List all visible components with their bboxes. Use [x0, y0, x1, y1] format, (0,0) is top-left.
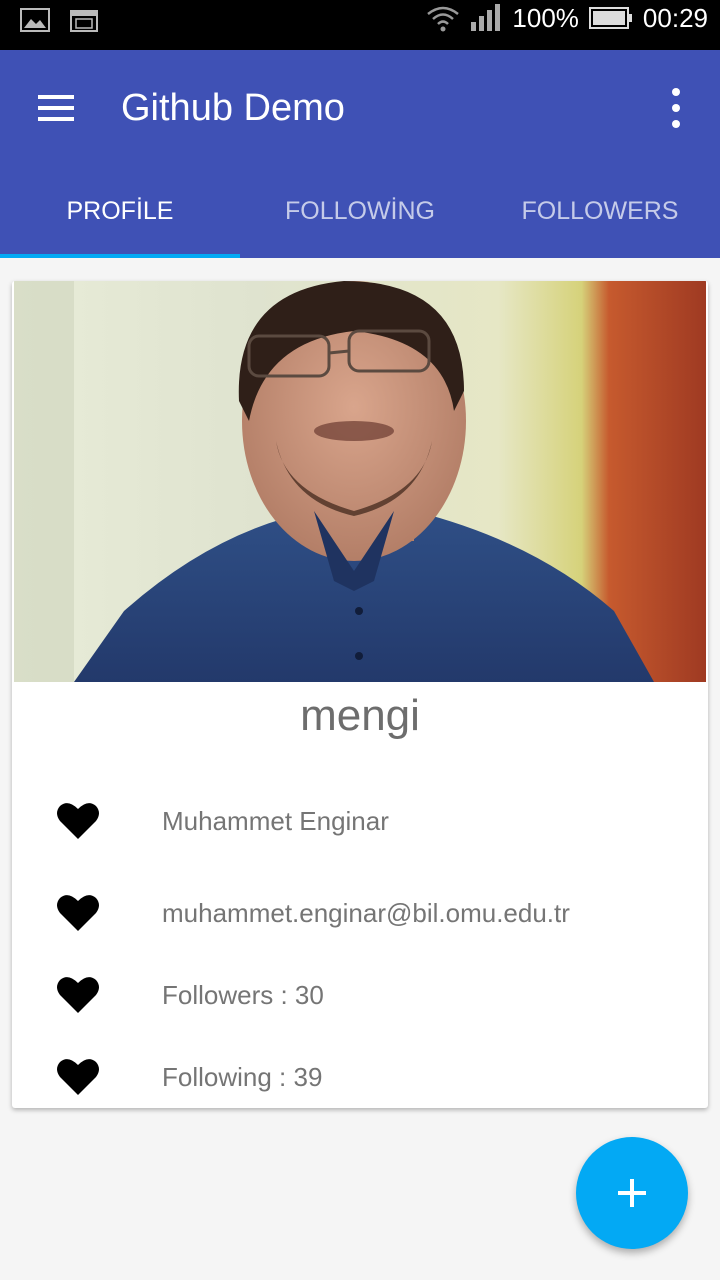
full-name: Muhammet Enginar [162, 806, 389, 836]
tab-followers[interactable]: FOLLOWERS [480, 166, 720, 258]
calendar-icon [70, 8, 98, 32]
add-fab-button[interactable] [576, 1137, 688, 1249]
info-row-email: muhammet.enginar@bil.omu.edu.tr [12, 892, 708, 938]
email: muhammet.enginar@bil.omu.edu.tr [162, 898, 570, 928]
battery-percent: 100% [512, 2, 579, 33]
info-row-following: Following : 39 [12, 1056, 708, 1102]
heart-icon [56, 892, 100, 932]
clock: 00:29 [642, 2, 708, 33]
info-row-name: Muhammet Enginar [12, 800, 708, 846]
profile-photo [14, 281, 706, 682]
more-options-icon[interactable] [666, 88, 686, 128]
wifi-icon [426, 4, 460, 32]
tab-bar: PROFİLE FOLLOWİNG FOLLOWERS [0, 166, 720, 258]
tab-profile[interactable]: PROFİLE [0, 166, 240, 258]
signal-icon [470, 4, 502, 32]
app-bar: Github Demo [0, 50, 720, 166]
followers-count: Followers : 30 [162, 980, 324, 1010]
profile-card: mengi Muhammet Enginar muhammet.enginar@… [12, 281, 708, 1108]
heart-icon [56, 800, 100, 840]
app-title: Github Demo [121, 87, 345, 129]
info-row-followers: Followers : 30 [12, 974, 708, 1020]
following-count: Following : 39 [162, 1062, 323, 1092]
image-icon [20, 8, 50, 32]
tab-indicator [0, 254, 240, 258]
heart-icon [56, 1056, 100, 1096]
username: mengi [300, 691, 420, 740]
tab-following[interactable]: FOLLOWİNG [240, 166, 480, 258]
menu-icon[interactable] [38, 95, 74, 121]
heart-icon [56, 974, 100, 1014]
status-bar: 100% 00:29 [0, 0, 720, 50]
battery-icon [588, 6, 633, 30]
